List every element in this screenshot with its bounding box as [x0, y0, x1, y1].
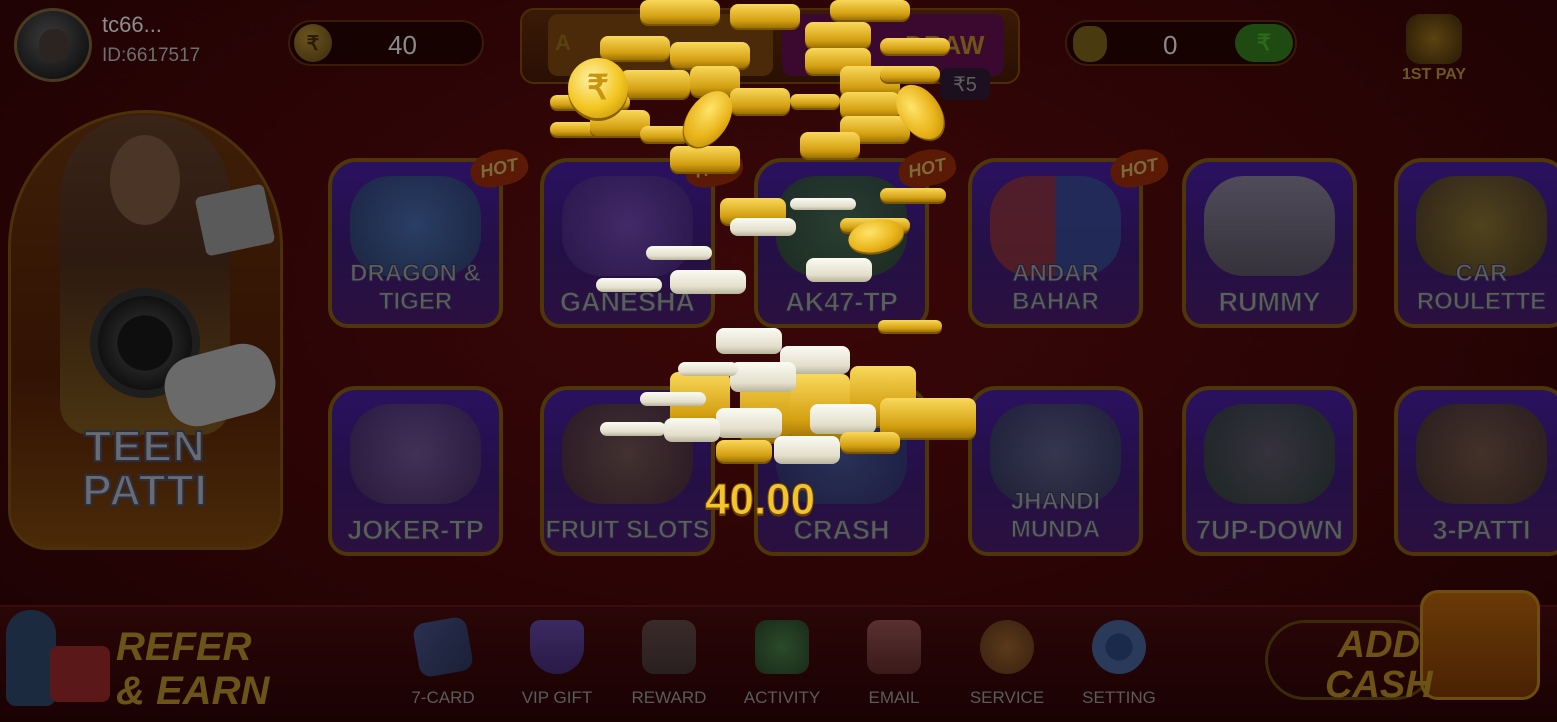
game-label: FRUIT SLOTS	[545, 516, 710, 545]
rupee-coin-icon: ₹	[568, 58, 628, 118]
rupee-coin-icon: ₹	[294, 24, 332, 62]
game-tile-car-roulette[interactable]: CAR ROULETTE	[1394, 158, 1557, 328]
bonus-pill[interactable]: 0 ₹	[1065, 20, 1297, 66]
bonus-withdraw-button[interactable]: ₹	[1235, 24, 1293, 62]
hot-badge: HOT	[1106, 144, 1172, 192]
game-tile-3-patti[interactable]: 3-PATTI	[1394, 386, 1557, 556]
basket-icon	[755, 620, 809, 674]
gift-icon	[1406, 14, 1462, 64]
game-tile-7up-down[interactable]: 7UP-DOWN	[1182, 386, 1357, 556]
refer-earn-label: REFER & EARN	[116, 625, 269, 713]
game-label: JOKER-TP	[347, 515, 485, 545]
gear-icon	[1092, 620, 1146, 674]
teen-patti-line2: PATTI	[81, 466, 208, 515]
diamond-icon	[530, 620, 584, 674]
nav-email[interactable]: EMAIL	[839, 620, 949, 708]
nav-reward[interactable]: REWARD	[614, 620, 724, 708]
nav-label: ACTIVITY	[743, 688, 821, 707]
game-tile-rummy[interactable]: RUMMY	[1182, 158, 1357, 328]
nav-setting[interactable]: SETTING	[1064, 620, 1174, 708]
refer-earn-button[interactable]	[6, 596, 116, 711]
teen-patti-title: TEEN PATTI	[20, 422, 270, 515]
nav-label: SERVICE	[969, 688, 1045, 707]
username: tc66...	[102, 12, 162, 37]
person-icon	[6, 610, 56, 706]
nav-vip-gift[interactable]: VIP GIFT	[502, 620, 612, 708]
treasure-chest-icon	[1420, 590, 1540, 700]
envelope-icon	[867, 620, 921, 674]
game-label: 7UP-DOWN	[1196, 515, 1344, 545]
nav-label: 7-CARD	[411, 688, 475, 707]
teen-patti-line1: TEEN	[83, 422, 206, 471]
nav-label: SETTING	[1082, 688, 1156, 707]
game-label: CAR ROULETTE	[1416, 260, 1547, 316]
hero-face	[110, 135, 180, 225]
hot-badge: HOT	[466, 144, 532, 192]
coin-reward-animation: ₹	[540, 0, 1000, 470]
add-cash-line1: ADD	[1337, 624, 1420, 666]
nav-label: REWARD	[631, 688, 707, 707]
headset-icon	[980, 620, 1034, 674]
balance-value: 40	[388, 30, 417, 60]
game-label: DRAGON & TIGER	[350, 260, 482, 316]
balance-pill[interactable]: ₹ 40	[288, 20, 484, 66]
gift-box-icon	[50, 646, 110, 702]
bonus-value: 0	[1163, 30, 1178, 60]
game-label: 3-PATTI	[1432, 515, 1531, 545]
nav-service[interactable]: SERVICE	[952, 620, 1062, 708]
game-tile-joker-tp[interactable]: JOKER-TP	[328, 386, 503, 556]
refer-line1: REFER	[116, 625, 252, 669]
first-pay-label: 1ST PAY	[1401, 66, 1467, 83]
first-pay-button[interactable]: 1ST PAY	[1394, 14, 1474, 84]
add-cash-label: ADD CASH	[1325, 625, 1433, 705]
nav-label: EMAIL	[868, 688, 920, 707]
add-cash-line2: CASH	[1325, 664, 1433, 706]
calendar-icon	[642, 620, 696, 674]
nav-activity[interactable]: ACTIVITY	[727, 620, 837, 708]
refer-line2: & EARN	[116, 669, 270, 713]
user-id: ID:6617517	[102, 45, 201, 66]
game-label: RUMMY	[1218, 287, 1321, 317]
reward-amount: 40.00	[704, 475, 816, 525]
cards-icon	[411, 615, 475, 679]
game-label: JHANDI MUNDA	[1010, 488, 1101, 544]
nav-7-card[interactable]: 7-CARD	[388, 615, 498, 708]
avatar[interactable]	[14, 8, 92, 82]
pot-icon	[1073, 26, 1107, 62]
nav-label: VIP GIFT	[521, 688, 593, 707]
